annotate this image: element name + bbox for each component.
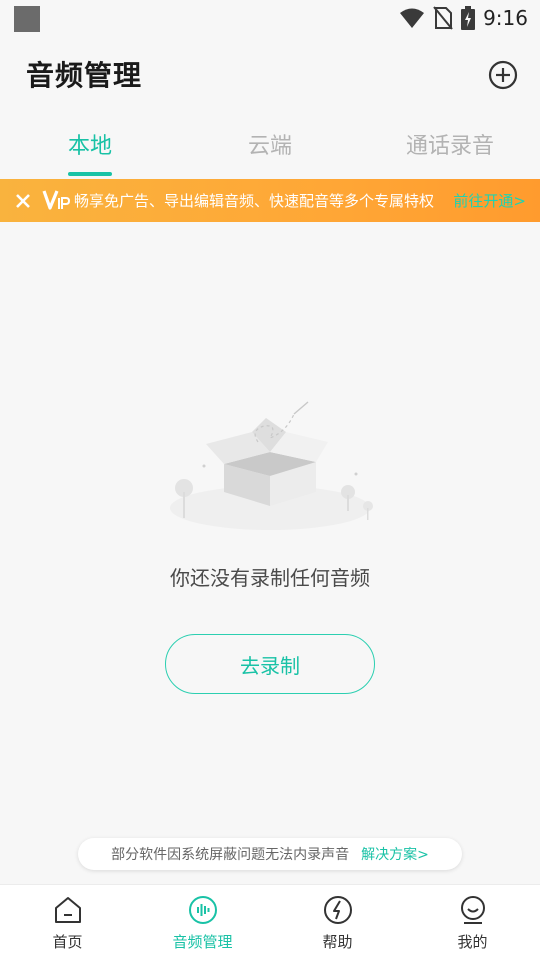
no-sim-icon — [433, 6, 453, 30]
nav-label-help: 帮助 — [322, 933, 353, 951]
page-title: 音频管理 — [26, 59, 143, 92]
nav-label-audio-management: 音频管理 — [172, 933, 233, 951]
nav-item-home[interactable]: 首页 — [0, 885, 135, 960]
bottom-nav: 首页 音频管理 帮助 我的 — [0, 884, 540, 960]
nav-item-help[interactable]: 帮助 — [270, 885, 405, 960]
empty-box-illustration — [170, 401, 373, 530]
activate-vip-link[interactable]: 前往开通> — [453, 190, 526, 211]
help-icon — [323, 896, 352, 924]
vip-banner[interactable]: 畅享免广告、导出编辑音频、快速配音等多个专属特权 前往开通> — [0, 179, 540, 222]
profile-icon — [460, 896, 485, 924]
tab-call-recording[interactable]: 通话录音 — [390, 128, 510, 160]
go-record-button[interactable]: 去录制 — [165, 634, 375, 694]
tab-local[interactable]: 本地 — [45, 128, 135, 160]
close-icon[interactable] — [12, 190, 34, 212]
nav-item-audio-management[interactable]: 音频管理 — [135, 885, 270, 960]
nav-item-mine[interactable]: 我的 — [405, 885, 540, 960]
recording-tip: 部分软件因系统屏蔽问题无法内录声音 解决方案> — [78, 838, 462, 870]
status-icons: 9:16 — [399, 6, 528, 30]
home-icon — [54, 897, 81, 923]
empty-message: 你还没有录制任何音频 — [170, 566, 370, 590]
audio-wave-icon — [188, 896, 217, 924]
nav-label-mine: 我的 — [457, 933, 488, 951]
header: 音频管理 — [0, 36, 540, 112]
banner-text: 畅享免广告、导出编辑音频、快速配音等多个专属特权 — [74, 192, 435, 210]
active-tab-indicator — [68, 172, 112, 176]
nav-label-home: 首页 — [52, 933, 83, 951]
battery-icon — [461, 6, 476, 30]
notification-icon — [14, 6, 40, 32]
solution-link[interactable]: 解决方案> — [361, 844, 429, 864]
tab-cloud[interactable]: 云端 — [225, 128, 315, 160]
vip-logo-icon — [42, 190, 70, 210]
wifi-icon — [400, 8, 425, 28]
status-bar: 9:16 — [0, 0, 540, 36]
add-icon[interactable] — [488, 60, 518, 90]
clock: 9:16 — [483, 6, 528, 30]
tip-text: 部分软件因系统屏蔽问题无法内录声音 — [111, 847, 350, 863]
tab-bar: 本地 云端 通话录音 — [0, 118, 540, 178]
